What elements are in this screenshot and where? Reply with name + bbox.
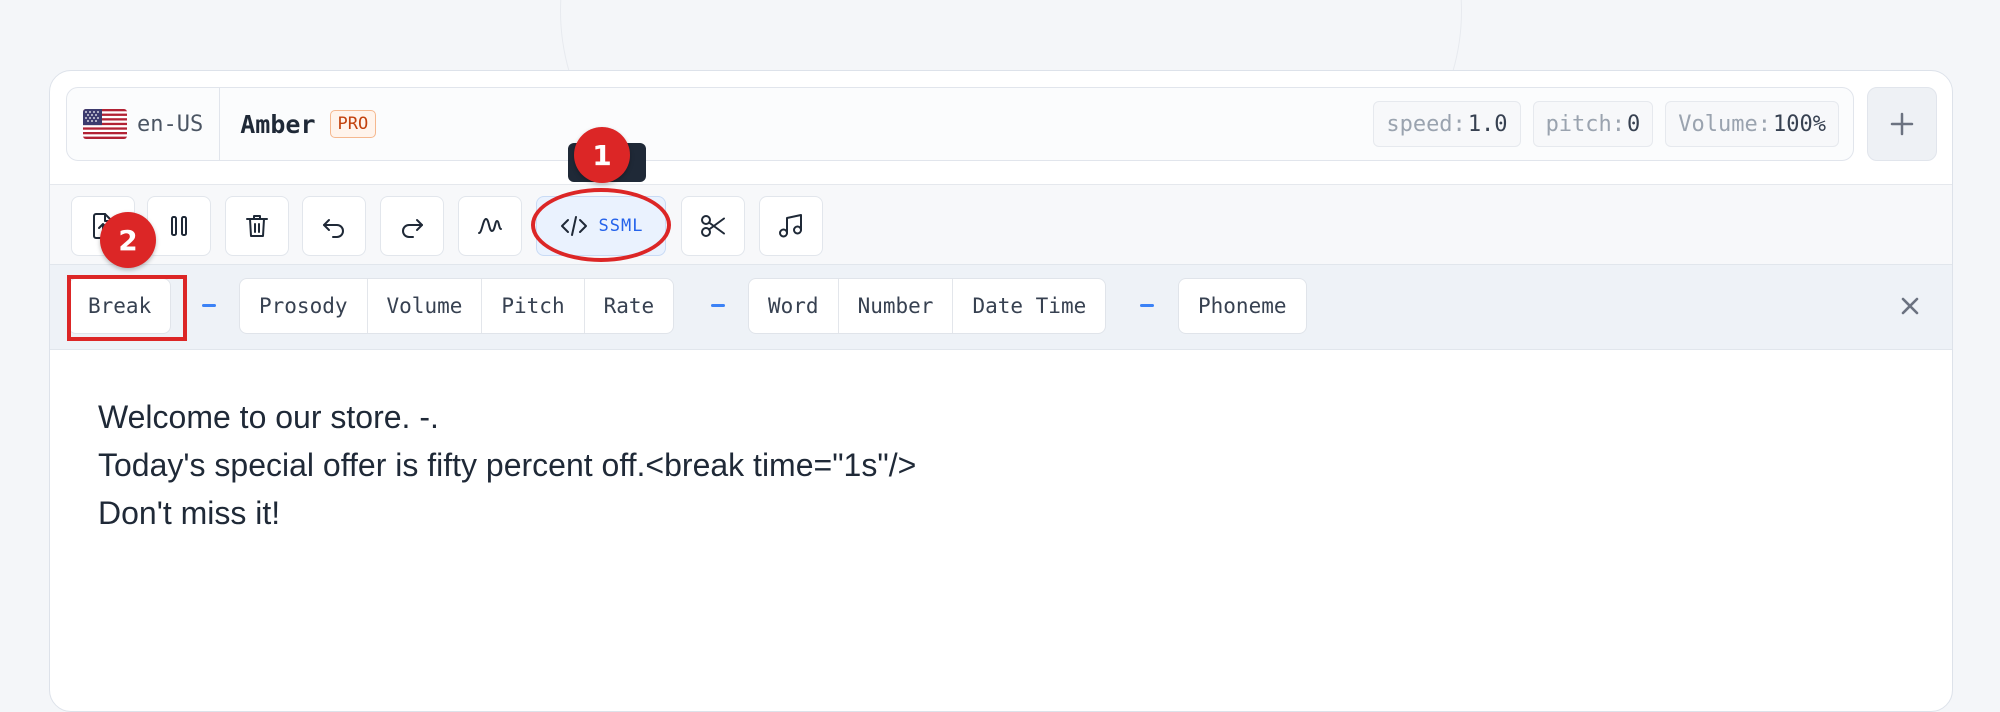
pause-icon — [171, 216, 187, 236]
pause-button[interactable] — [147, 196, 211, 256]
language-code: en-US — [137, 111, 204, 137]
separator — [1140, 304, 1154, 307]
plus-icon — [1890, 112, 1914, 136]
tag-rate[interactable]: Rate — [585, 279, 674, 333]
cut-button[interactable] — [681, 196, 745, 256]
pitch-value: 0 — [1627, 111, 1641, 137]
undo-button[interactable] — [302, 196, 366, 256]
us-flag-icon — [83, 109, 127, 139]
undo-icon — [323, 219, 344, 238]
tag-word[interactable]: Word — [749, 279, 839, 333]
tag-date-time[interactable]: Date Time — [953, 279, 1105, 333]
pro-badge: PRO — [329, 110, 377, 138]
pitch-label: pitch: — [1545, 111, 1626, 137]
redo-button[interactable] — [380, 196, 444, 256]
annotation-highlight — [67, 275, 187, 341]
speed-label: speed: — [1386, 111, 1466, 137]
tag-group-phoneme: Phoneme — [1178, 278, 1307, 334]
voice-params: speed: 1.0 pitch: 0 Volume: 100% — [1373, 101, 1839, 147]
editor-line: Welcome to our store. -. — [98, 399, 439, 435]
annotation-ring — [531, 188, 671, 262]
voice-name: Amber — [240, 109, 316, 139]
music-button[interactable] — [759, 196, 823, 256]
ssml-tag-bar: Break Prosody Volume Pitch Rate Word Num… — [50, 264, 1952, 350]
toolbar: SSML — [50, 184, 1952, 265]
tag-phoneme[interactable]: Phoneme — [1179, 279, 1306, 333]
separator — [202, 304, 216, 307]
delete-button[interactable] — [225, 196, 289, 256]
waveform-icon — [478, 218, 502, 234]
volume-label: Volume: — [1678, 111, 1772, 137]
speed-value: 1.0 — [1467, 111, 1508, 137]
volume-value: 100% — [1773, 111, 1826, 137]
tag-group-prosody: Prosody Volume Pitch Rate — [239, 278, 675, 334]
tag-prosody[interactable]: Prosody — [240, 279, 368, 333]
voice-selector[interactable]: en-US Amber PRO speed: 1.0 pitch: 0 Volu… — [66, 87, 1854, 161]
separator — [711, 304, 725, 307]
volume-param[interactable]: Volume: 100% — [1665, 101, 1839, 147]
speed-param[interactable]: speed: 1.0 — [1373, 101, 1521, 147]
language-selector[interactable]: en-US — [67, 88, 221, 160]
text-editor[interactable]: Welcome to our store. -. Today's special… — [98, 393, 1898, 537]
add-voice-button[interactable] — [1867, 87, 1937, 161]
tag-number[interactable]: Number — [839, 279, 954, 333]
tag-group-say-as: Word Number Date Time — [748, 278, 1107, 334]
scissors-icon — [701, 215, 725, 237]
step-1-badge: 1 — [574, 127, 630, 183]
redo-icon — [402, 219, 423, 238]
music-note-icon — [779, 214, 802, 238]
close-icon[interactable] — [1897, 293, 1923, 319]
pitch-param[interactable]: pitch: 0 — [1532, 101, 1654, 147]
editor-line: Don't miss it! — [98, 495, 281, 531]
tag-pitch[interactable]: Pitch — [482, 279, 585, 333]
tag-volume[interactable]: Volume — [368, 279, 483, 333]
step-2-badge: 2 — [100, 212, 156, 268]
tts-editor-card: en-US Amber PRO speed: 1.0 pitch: 0 Volu… — [49, 70, 1953, 712]
trash-icon — [246, 215, 268, 237]
waveform-button[interactable] — [458, 196, 522, 256]
editor-line: Today's special offer is fifty percent o… — [98, 447, 917, 483]
